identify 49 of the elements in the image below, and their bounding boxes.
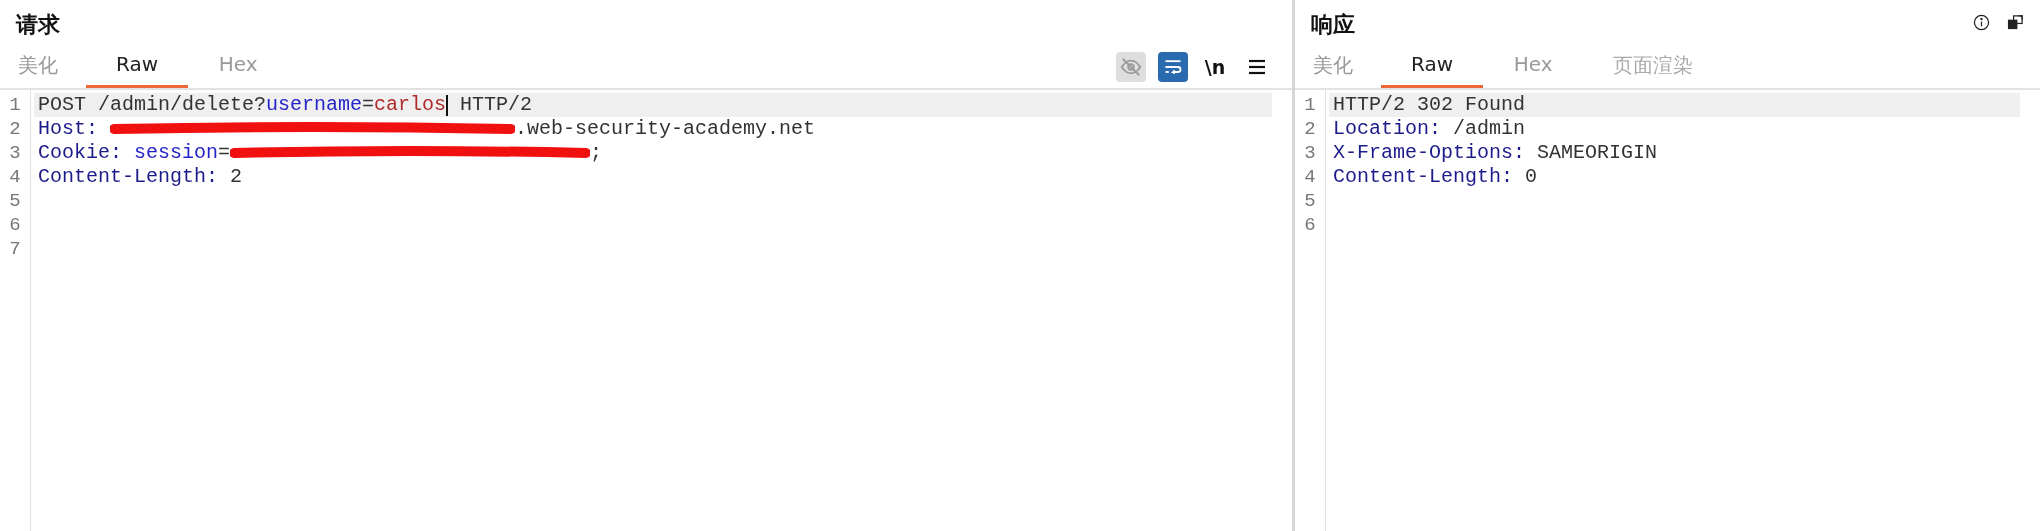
code-text: SAMEORIGIN <box>1536 141 1658 165</box>
code-text: /admin <box>1452 117 1526 141</box>
line-number: 7 <box>8 237 22 261</box>
line-number: 1 <box>1303 93 1317 117</box>
header-name: Content-Length: <box>38 165 219 189</box>
code-text: username <box>266 93 363 117</box>
line-number: 1 <box>8 93 22 117</box>
code-text: HTTP/2 302 Found <box>1333 93 1526 117</box>
header-name: Host: <box>38 117 99 141</box>
code-text: session <box>134 141 219 165</box>
menu-icon <box>1248 59 1266 75</box>
header-name: X-Frame-Options: <box>1333 141 1526 165</box>
code-text: POST /admin/delete? <box>38 93 267 117</box>
header-name: Cookie: <box>38 141 123 165</box>
code-text: = <box>218 141 231 165</box>
line-number: 6 <box>8 213 22 237</box>
code-text: = <box>362 93 375 117</box>
wrap-toggle[interactable] <box>1158 52 1188 82</box>
header-name: Content-Length: <box>1333 165 1514 189</box>
info-icon <box>1972 13 1990 31</box>
view-tab[interactable]: 美化 <box>1311 52 1381 88</box>
line-number: 5 <box>1303 189 1317 213</box>
line-number: 2 <box>1303 117 1317 141</box>
popout-icon <box>2006 13 2024 31</box>
wrap-icon <box>1163 57 1183 77</box>
text-caret <box>446 94 449 116</box>
view-tab[interactable]: Raw <box>1381 52 1484 88</box>
line-number: 2 <box>8 117 22 141</box>
view-tab[interactable]: 美化 <box>16 52 86 88</box>
code-text: carlos <box>374 93 447 117</box>
header-name: Location: <box>1333 117 1442 141</box>
line-number: 4 <box>8 165 22 189</box>
code-text: 0 <box>1524 165 1538 189</box>
view-tab[interactable]: Hex <box>188 52 289 88</box>
line-number: 3 <box>1303 141 1317 165</box>
view-tab[interactable]: Hex <box>1483 52 1584 88</box>
newline-toggle[interactable]: \n <box>1200 52 1230 82</box>
code-text: .web-security-academy.net <box>515 117 816 141</box>
pane-title: 响应 <box>1311 11 1355 39</box>
line-number: 5 <box>8 189 22 213</box>
line-number: 3 <box>8 141 22 165</box>
code-text: 2 <box>229 165 243 189</box>
pane-title: 请求 <box>16 11 60 39</box>
line-number: 6 <box>1303 213 1317 237</box>
code-text: ; <box>590 141 603 165</box>
line-number: 4 <box>1303 165 1317 189</box>
code-text: HTTP/2 <box>459 93 533 117</box>
eye-off-icon <box>1120 56 1142 78</box>
view-tab[interactable]: Raw <box>86 52 189 88</box>
